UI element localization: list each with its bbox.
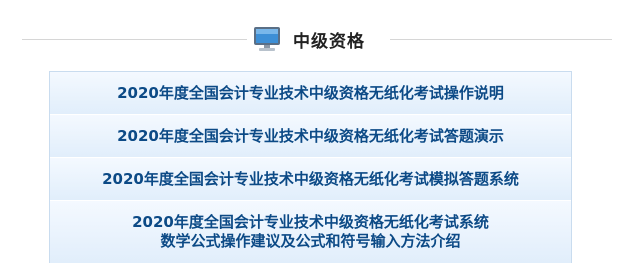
computer-monitor-icon bbox=[253, 26, 281, 52]
header-divider-left bbox=[22, 39, 247, 40]
header-divider-right bbox=[390, 39, 612, 40]
list-item-operation-guide[interactable]: 2020年度全国会计专业技术中级资格无纸化考试操作说明 bbox=[50, 72, 571, 115]
section-header: 中级资格 bbox=[0, 0, 632, 66]
header-title-group: 中级资格 bbox=[253, 22, 365, 56]
section-title: 中级资格 bbox=[293, 31, 365, 52]
list-item-label[interactable]: 2020年度全国会计专业技术中级资格无纸化考试操作说明 bbox=[117, 84, 504, 103]
list-item-formula-input-guide[interactable]: 2020年度全国会计专业技术中级资格无纸化考试系统 数学公式操作建议及公式和符号… bbox=[50, 201, 571, 263]
resource-link-list: 2020年度全国会计专业技术中级资格无纸化考试操作说明 2020年度全国会计专业… bbox=[49, 71, 572, 263]
list-item-answer-demo[interactable]: 2020年度全国会计专业技术中级资格无纸化考试答题演示 bbox=[50, 115, 571, 158]
list-item-label[interactable]: 2020年度全国会计专业技术中级资格无纸化考试答题演示 bbox=[117, 127, 504, 146]
list-item-label-line1[interactable]: 2020年度全国会计专业技术中级资格无纸化考试系统 bbox=[132, 213, 489, 232]
list-item-mock-system[interactable]: 2020年度全国会计专业技术中级资格无纸化考试模拟答题系统 bbox=[50, 158, 571, 201]
list-item-label-line2[interactable]: 数学公式操作建议及公式和符号输入方法介绍 bbox=[160, 232, 460, 251]
list-item-label[interactable]: 2020年度全国会计专业技术中级资格无纸化考试模拟答题系统 bbox=[102, 170, 519, 189]
